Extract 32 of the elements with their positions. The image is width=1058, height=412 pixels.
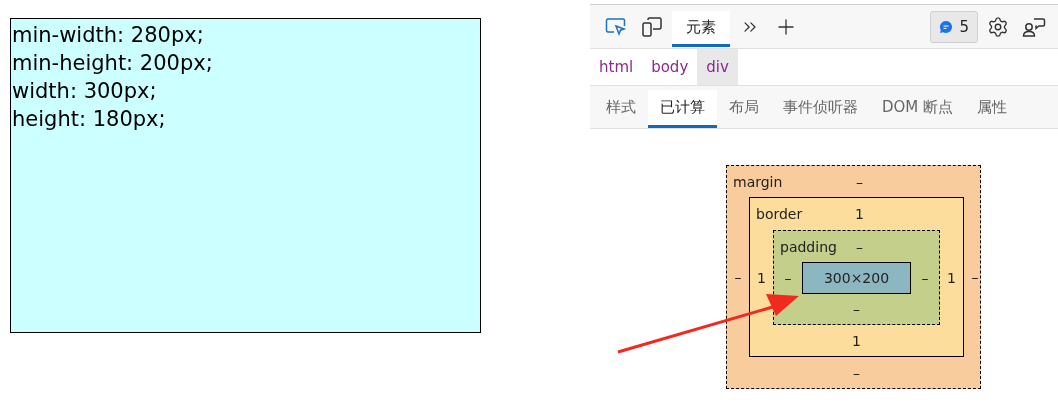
box-label: border <box>756 206 803 222</box>
box-label: margin <box>733 173 783 190</box>
sub-tab[interactable]: 属性 <box>965 90 1020 128</box>
css-line: min-height: 200px; <box>12 50 214 77</box>
box-value: 1 <box>757 269 766 286</box>
content-box: 300×200 <box>802 262 911 294</box>
box-value: – <box>971 269 979 285</box>
chat-icon <box>939 19 954 34</box>
breadcrumb-item[interactable]: html <box>590 49 643 85</box>
box-value: – <box>734 269 742 285</box>
box-value: 1 <box>852 332 861 349</box>
sub-tab[interactable]: 事件侦听器 <box>771 90 870 128</box>
box-value: – <box>856 238 863 255</box>
box-value: – <box>856 173 863 190</box>
sub-tab[interactable]: 已计算 <box>648 90 717 128</box>
css-line: height: 180px; <box>12 106 167 133</box>
sub-tab[interactable]: 样式 <box>594 90 648 128</box>
breadcrumb-item[interactable]: div <box>697 49 738 85</box>
box-label: padding <box>780 238 837 255</box>
box-value: – <box>853 364 860 381</box>
panel-tab[interactable]: 元素 <box>672 10 730 47</box>
css-line: width: 300px; <box>12 78 158 105</box>
box-value: – <box>853 301 860 317</box>
css-line: min-width: 280px; <box>12 22 205 49</box>
sub-tab[interactable]: 布局 <box>717 90 771 128</box>
box-value: – <box>784 270 792 286</box>
box-value: – <box>921 270 929 286</box>
breadcrumb-item[interactable]: body <box>642 49 698 85</box>
box-value: 1 <box>947 269 956 286</box>
issues-button[interactable]: 5 <box>930 10 978 43</box>
sub-tab[interactable]: DOM 断点 <box>870 90 966 128</box>
box-value: 1 <box>855 206 864 222</box>
